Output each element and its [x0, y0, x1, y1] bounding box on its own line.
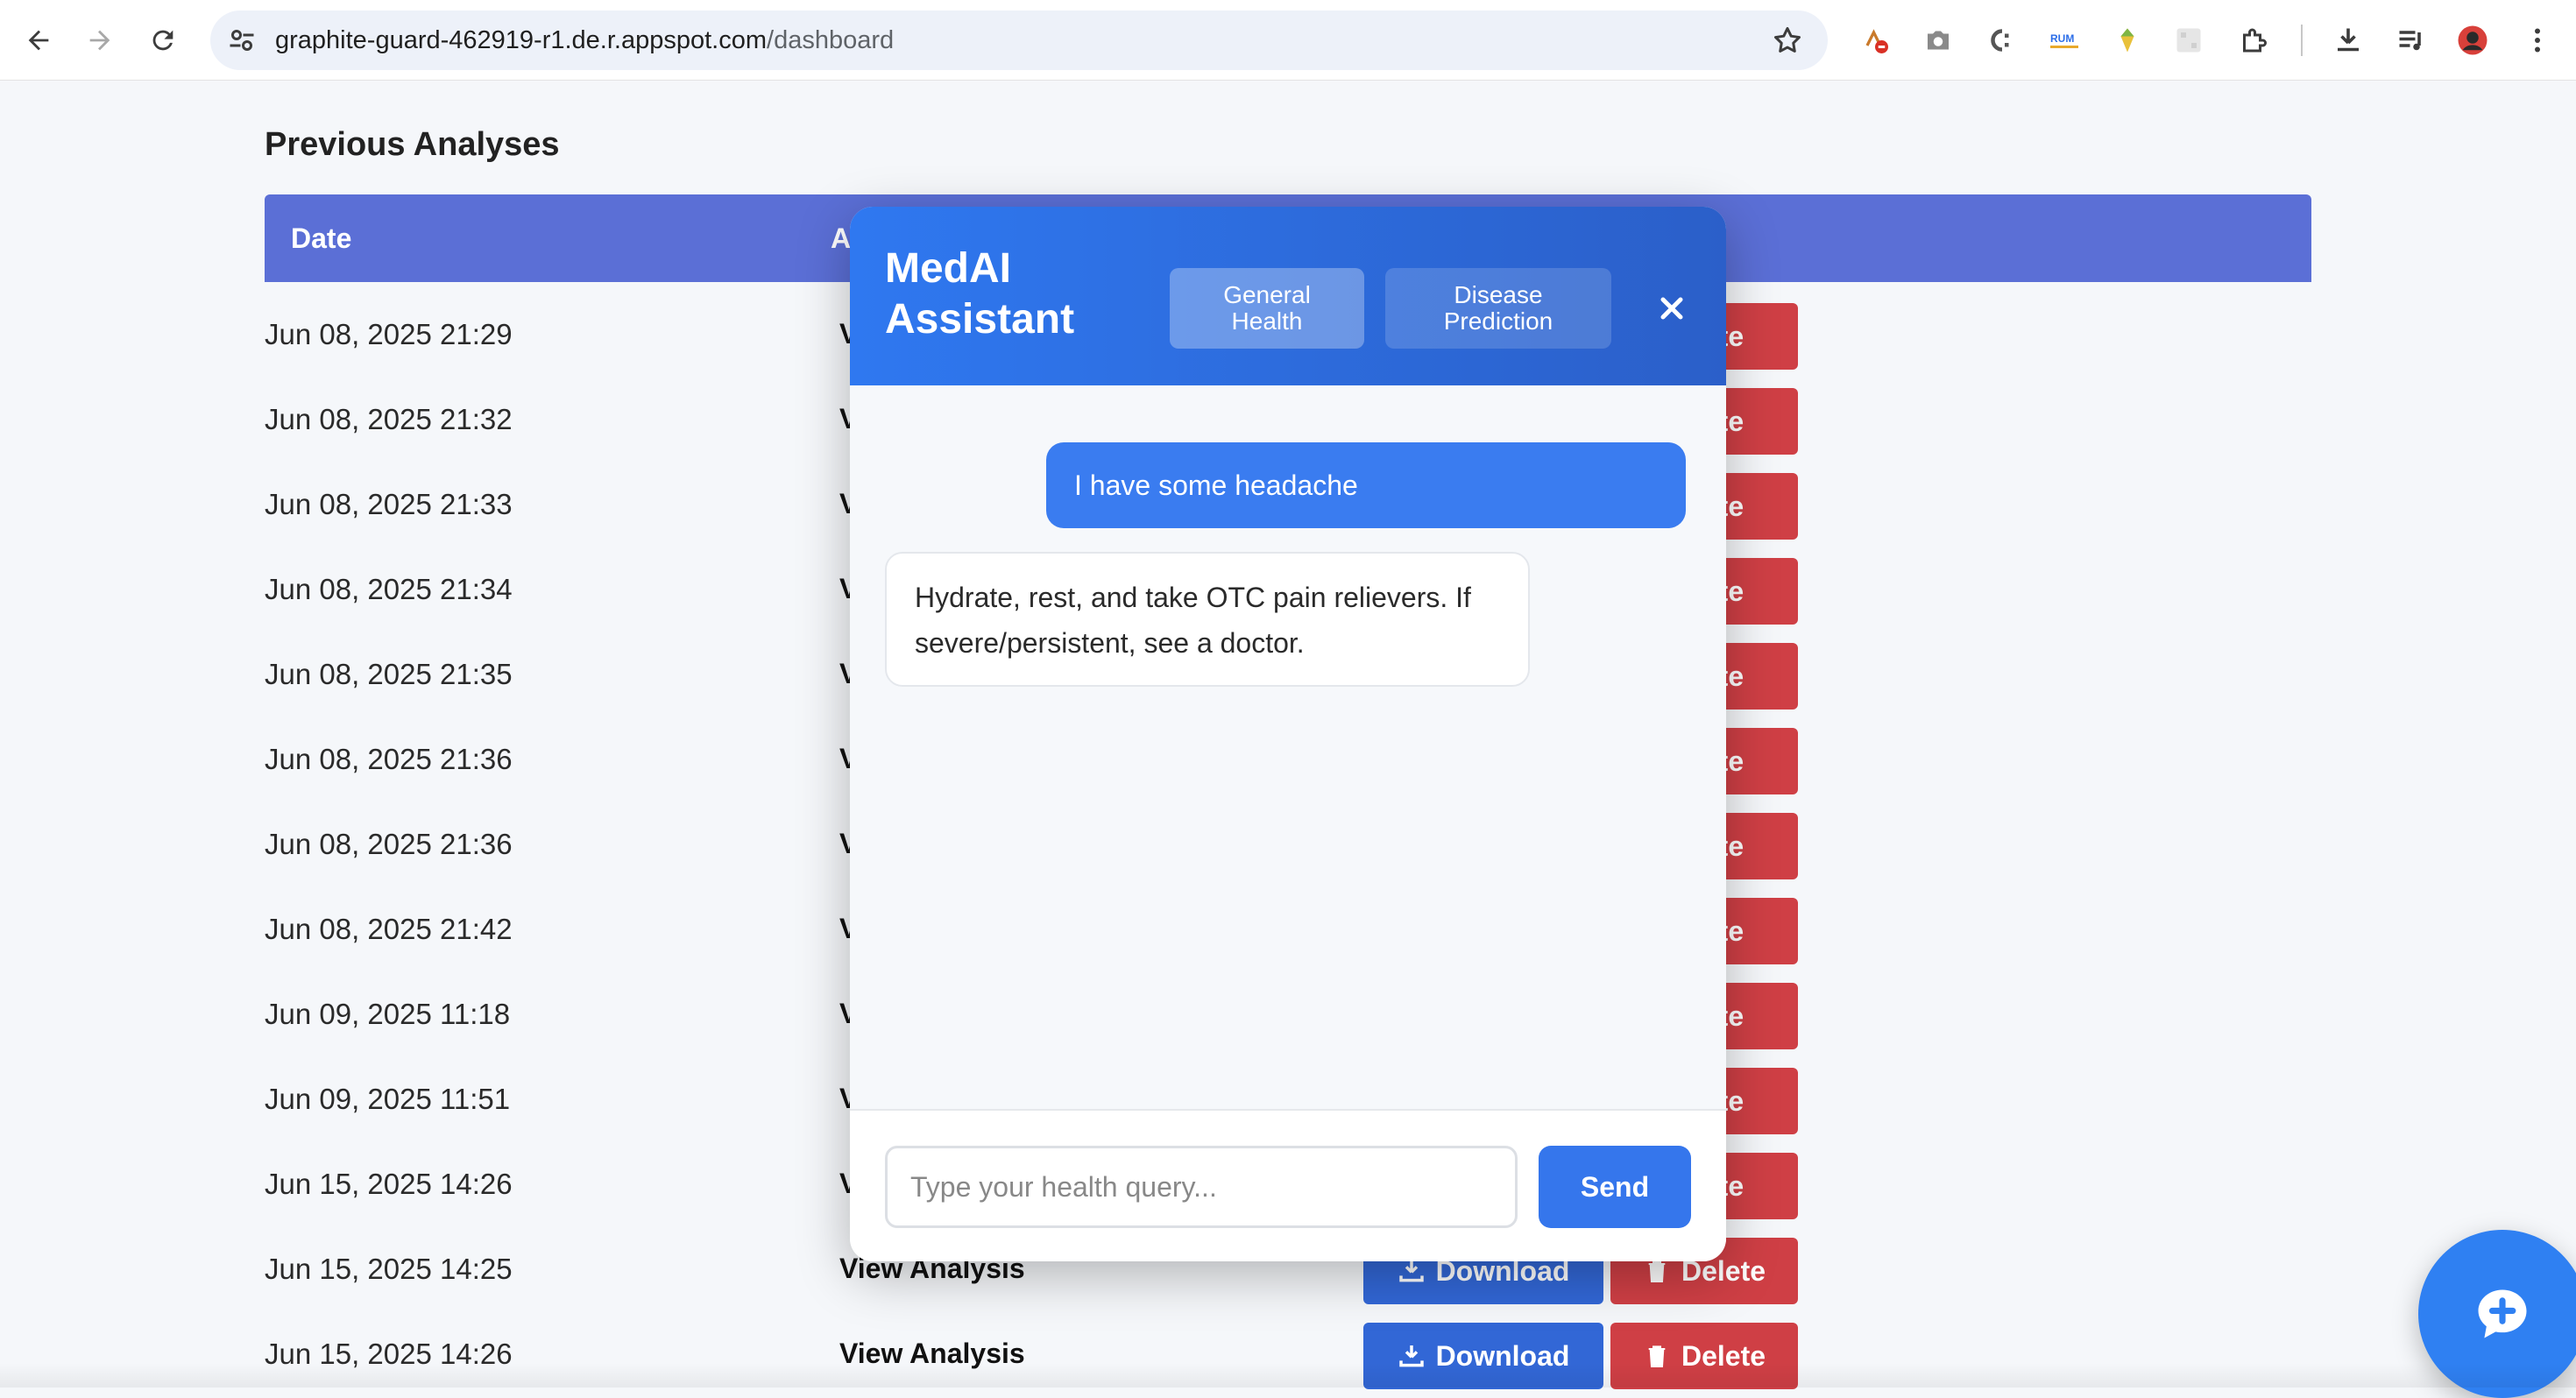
assistant-message: Hydrate, rest, and take OTC pain relieve… [885, 552, 1530, 687]
column-header-analysis: A [831, 222, 852, 254]
url-text: graphite-guard-462919-r1.de.r.appspot.co… [275, 11, 894, 70]
row-date: Jun 08, 2025 21:29 [265, 318, 513, 350]
page-title: Previous Analyses [265, 126, 560, 163]
download-icon[interactable] [2329, 21, 2367, 60]
url-host: graphite-guard-462919-r1.de.r.appspot.co… [275, 26, 768, 54]
bookmark-star-icon[interactable] [1772, 25, 1803, 56]
row-date: Jun 15, 2025 14:26 [265, 1168, 513, 1200]
more-icon[interactable] [2518, 21, 2557, 60]
row-date: Jun 08, 2025 21:36 [265, 743, 513, 775]
bottom-shadow [0, 1363, 2576, 1387]
toolbar-divider [2301, 25, 2303, 56]
row-date: Jun 09, 2025 11:51 [265, 1083, 511, 1115]
forward-icon[interactable] [81, 21, 119, 60]
camera-icon[interactable] [1919, 21, 1957, 60]
row-date: Jun 08, 2025 21:32 [265, 403, 513, 435]
rum-icon[interactable]: RUM [2045, 21, 2084, 60]
url-path: /dashboard [767, 26, 895, 54]
mode-general-health-button[interactable]: General Health [1170, 268, 1364, 349]
avatar[interactable] [2453, 21, 2492, 60]
browser-toolbar: graphite-guard-462919-r1.de.r.appspot.co… [0, 0, 2576, 81]
row-date: Jun 08, 2025 21:36 [265, 828, 513, 860]
chat-title: MedAI Assistant [885, 245, 1075, 342]
row-date: Jun 15, 2025 14:25 [265, 1253, 513, 1285]
grid-icon[interactable] [2169, 21, 2208, 60]
chat-input-bar: Send [850, 1109, 1726, 1261]
chat-modal: MedAI Assistant General Health Disease P… [850, 207, 1726, 1261]
gem-icon[interactable] [2108, 21, 2147, 60]
rum-label: RUM [2050, 32, 2074, 45]
ext-a-icon[interactable] [1856, 21, 1894, 60]
address-bar[interactable]: graphite-guard-462919-r1.de.r.appspot.co… [210, 11, 1828, 70]
send-button[interactable]: Send [1539, 1146, 1691, 1228]
user-message: I have some headache [1046, 442, 1686, 528]
close-icon [1660, 297, 1683, 320]
reload-icon[interactable] [144, 21, 182, 60]
media-icon[interactable] [2392, 21, 2431, 60]
row-date: Jun 08, 2025 21:42 [265, 913, 513, 945]
chat-plus-icon [2478, 1289, 2527, 1338]
health-query-input[interactable] [885, 1146, 1518, 1228]
column-header-date: Date [291, 222, 352, 254]
mode-disease-prediction-button[interactable]: Disease Prediction [1385, 268, 1611, 349]
back-icon[interactable] [19, 21, 58, 60]
row-date: Jun 08, 2025 21:35 [265, 658, 513, 690]
row-date: Jun 09, 2025 11:18 [265, 998, 511, 1030]
row-date: Jun 08, 2025 21:34 [265, 573, 513, 605]
chat-header: MedAI Assistant General Health Disease P… [850, 207, 1726, 385]
puzzle-icon[interactable] [2234, 21, 2273, 60]
row-date: Jun 08, 2025 21:33 [265, 488, 513, 520]
code-icon[interactable] [1980, 21, 2019, 60]
close-chat-button[interactable] [1645, 282, 1698, 335]
site-settings-icon[interactable] [226, 25, 258, 56]
